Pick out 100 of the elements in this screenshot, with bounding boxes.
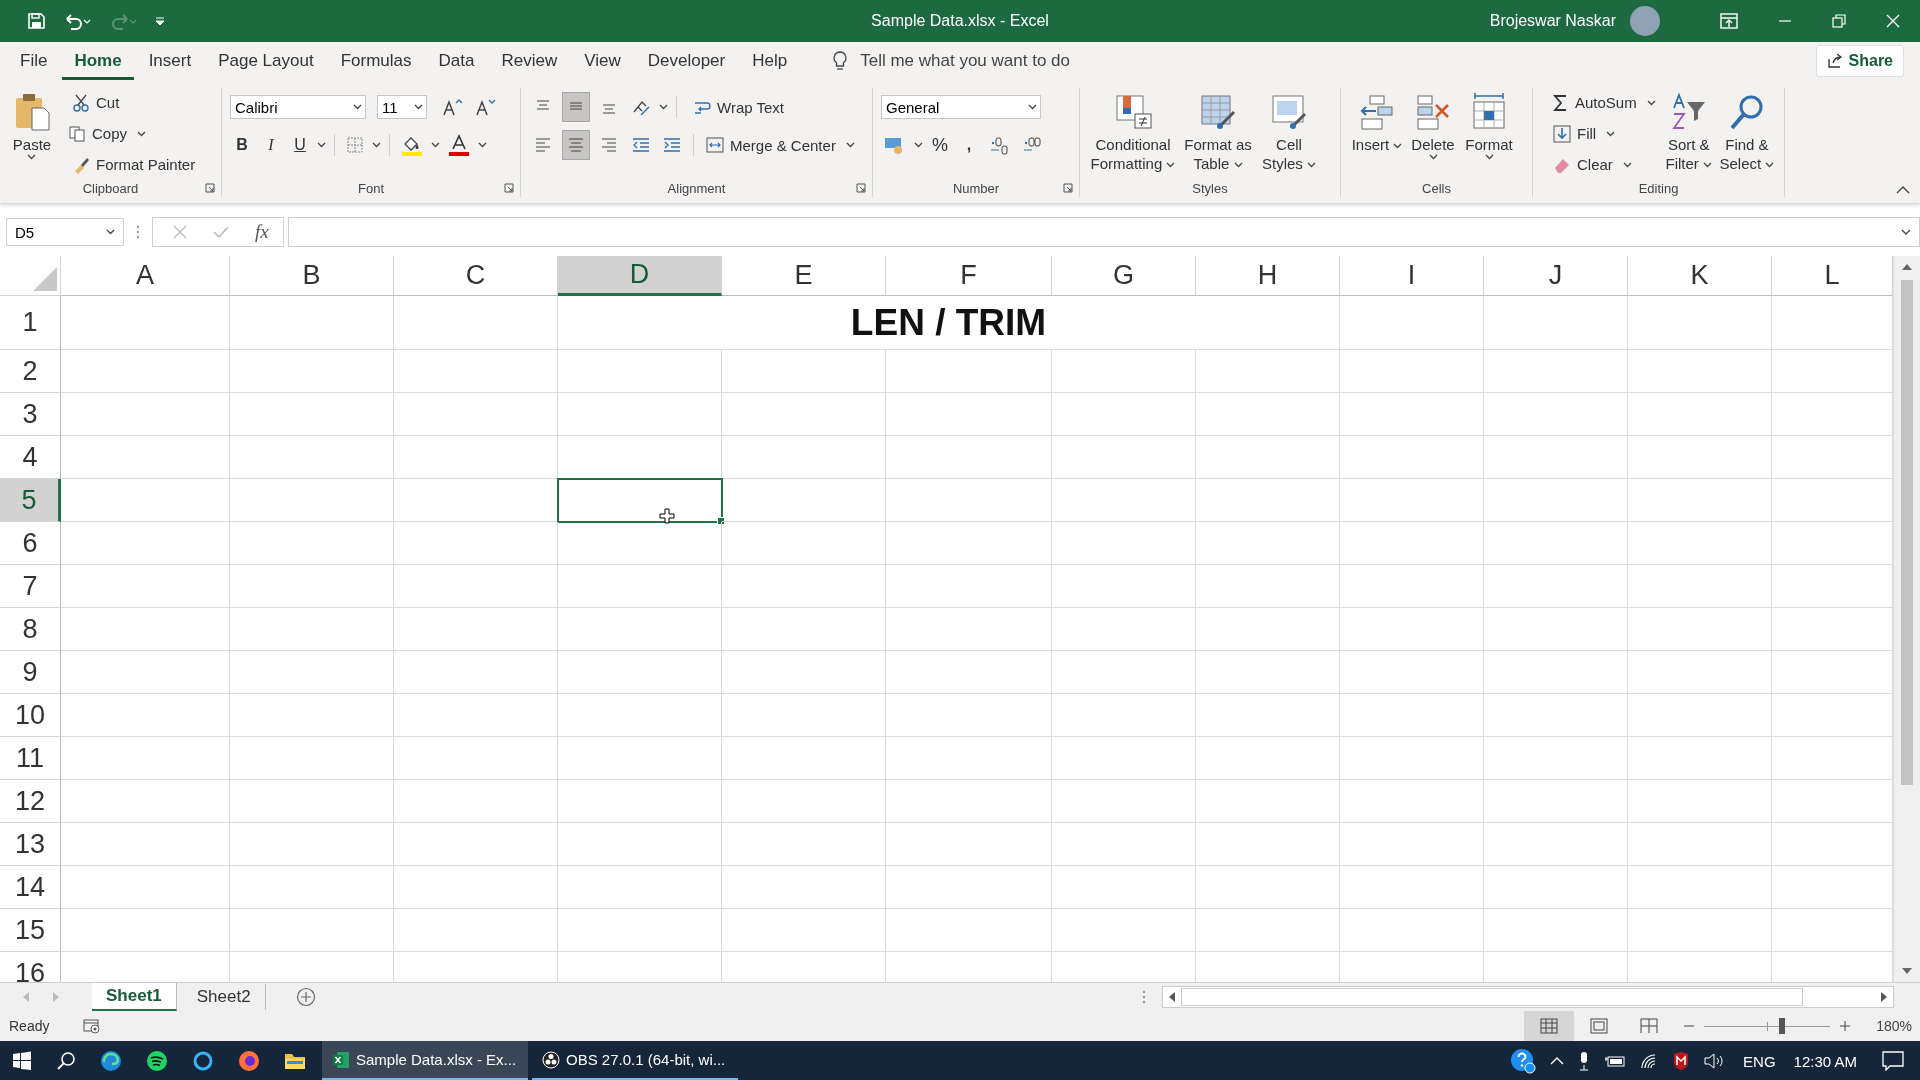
- spreadsheet-cell[interactable]: [394, 823, 558, 866]
- spreadsheet-cell[interactable]: [230, 393, 394, 436]
- insert-button[interactable]: Insert: [1349, 88, 1405, 154]
- column-header[interactable]: E: [722, 256, 886, 296]
- ribbon-tab[interactable]: File: [8, 42, 60, 80]
- column-header[interactable]: A: [61, 256, 230, 296]
- spreadsheet-cell[interactable]: [394, 651, 558, 694]
- spreadsheet-cell[interactable]: [722, 565, 886, 608]
- spreadsheet-cell[interactable]: [1196, 479, 1340, 522]
- spreadsheet-cell[interactable]: [1052, 866, 1196, 909]
- row-header[interactable]: 11: [0, 737, 61, 780]
- spreadsheet-cell[interactable]: [1628, 436, 1772, 479]
- spreadsheet-cell[interactable]: [1196, 651, 1340, 694]
- spreadsheet-cell[interactable]: [1484, 780, 1628, 823]
- spreadsheet-cell[interactable]: [394, 565, 558, 608]
- spreadsheet-cell[interactable]: [1196, 436, 1340, 479]
- column-header[interactable]: I: [1340, 256, 1484, 296]
- spreadsheet-cell[interactable]: [1052, 393, 1196, 436]
- spreadsheet-cell[interactable]: [230, 565, 394, 608]
- spreadsheet-cell[interactable]: [886, 694, 1052, 737]
- format-button[interactable]: Format: [1461, 88, 1517, 160]
- spreadsheet-cell[interactable]: [230, 780, 394, 823]
- shield-icon[interactable]: [1672, 1051, 1691, 1071]
- underline-button[interactable]: U: [288, 132, 312, 158]
- spreadsheet-cell[interactable]: [558, 522, 722, 565]
- spreadsheet-cell[interactable]: [886, 393, 1052, 436]
- restore-icon[interactable]: [1832, 14, 1846, 28]
- next-sheet-icon[interactable]: [52, 992, 60, 1002]
- comma-style-button[interactable]: ,: [957, 132, 981, 158]
- spreadsheet-cell[interactable]: [886, 823, 1052, 866]
- spreadsheet-cell[interactable]: [1196, 866, 1340, 909]
- zoom-level[interactable]: 180%: [1876, 1018, 1912, 1034]
- spreadsheet-cell[interactable]: [1484, 393, 1628, 436]
- column-header[interactable]: D: [558, 256, 722, 296]
- font-color-icon[interactable]: [448, 134, 470, 156]
- number-format-field[interactable]: General: [881, 95, 1041, 119]
- spreadsheet-cell[interactable]: [230, 608, 394, 651]
- name-box[interactable]: D5: [6, 218, 124, 246]
- spreadsheet-cell[interactable]: [1628, 823, 1772, 866]
- audio-waves-icon[interactable]: [146, 1050, 168, 1072]
- spreadsheet-cell[interactable]: [1484, 909, 1628, 952]
- row-header[interactable]: 7: [0, 565, 61, 608]
- spreadsheet-cell[interactable]: [1340, 565, 1484, 608]
- spreadsheet-cell[interactable]: [1484, 350, 1628, 393]
- ribbon-tab[interactable]: Formulas: [328, 42, 424, 80]
- autosum-button[interactable]: AutoSum: [1549, 88, 1660, 117]
- spreadsheet-cell[interactable]: [1340, 909, 1484, 952]
- row-header[interactable]: 8: [0, 608, 61, 651]
- ribbon-tab[interactable]: View: [572, 42, 633, 80]
- row-header[interactable]: 2: [0, 350, 61, 393]
- spreadsheet-cell[interactable]: [394, 296, 558, 350]
- search-icon[interactable]: [56, 1051, 76, 1071]
- close-icon[interactable]: [1886, 14, 1900, 28]
- spreadsheet-cell[interactable]: [1628, 522, 1772, 565]
- spreadsheet-cell[interactable]: [61, 823, 230, 866]
- scroll-right-icon[interactable]: [1881, 992, 1887, 1002]
- row-header[interactable]: 1: [0, 296, 61, 350]
- spreadsheet-cell[interactable]: [1196, 608, 1340, 651]
- spreadsheet-cell[interactable]: [1628, 565, 1772, 608]
- horizontal-scrollbar[interactable]: [1162, 986, 1894, 1008]
- spreadsheet-cell[interactable]: [61, 780, 230, 823]
- spreadsheet-cell[interactable]: [722, 866, 886, 909]
- spreadsheet-cell[interactable]: [886, 608, 1052, 651]
- column-header[interactable]: B: [230, 256, 394, 296]
- row-header[interactable]: 5: [0, 479, 61, 522]
- spreadsheet-cell[interactable]: [558, 565, 722, 608]
- row-header[interactable]: 9: [0, 651, 61, 694]
- text-orientation-icon[interactable]: [631, 98, 651, 116]
- spreadsheet-cell[interactable]: [722, 608, 886, 651]
- spreadsheet-cell[interactable]: [886, 866, 1052, 909]
- spreadsheet-cell[interactable]: [394, 866, 558, 909]
- spreadsheet-cell[interactable]: [61, 565, 230, 608]
- tell-me-search[interactable]: Tell me what you want to do: [860, 51, 1070, 71]
- formula-input[interactable]: [287, 217, 1920, 247]
- insert-function-button[interactable]: fx: [255, 221, 269, 243]
- spreadsheet-cell[interactable]: [1052, 780, 1196, 823]
- spreadsheet-cell[interactable]: [1484, 608, 1628, 651]
- fox-icon[interactable]: [238, 1050, 260, 1072]
- spreadsheet-cell[interactable]: [61, 651, 230, 694]
- avatar[interactable]: [1630, 6, 1660, 36]
- spreadsheet-cell[interactable]: [886, 479, 1052, 522]
- column-header[interactable]: H: [1196, 256, 1340, 296]
- spreadsheet-cell[interactable]: [230, 479, 394, 522]
- spreadsheet-cell[interactable]: [1484, 479, 1628, 522]
- collapse-ribbon-icon[interactable]: [1896, 185, 1910, 195]
- spreadsheet-cell[interactable]: [1052, 436, 1196, 479]
- spreadsheet-cell[interactable]: [230, 694, 394, 737]
- decrease-indent-icon[interactable]: [631, 136, 651, 154]
- taskbar-app-button[interactable]: Sample Data.xlsx - Ex...: [322, 1041, 528, 1080]
- increase-decimal-icon[interactable]: [989, 135, 1011, 155]
- column-header[interactable]: C: [394, 256, 558, 296]
- ring-icon[interactable]: [192, 1050, 214, 1072]
- spreadsheet-cell[interactable]: [722, 737, 886, 780]
- spreadsheet-cell[interactable]: [886, 737, 1052, 780]
- spreadsheet-cell[interactable]: [1628, 909, 1772, 952]
- spreadsheet-cell[interactable]: [1196, 350, 1340, 393]
- row-header[interactable]: 3: [0, 393, 61, 436]
- spreadsheet-cell[interactable]: [558, 909, 722, 952]
- spreadsheet-cell[interactable]: [886, 350, 1052, 393]
- ribbon-tab[interactable]: Help: [740, 42, 800, 80]
